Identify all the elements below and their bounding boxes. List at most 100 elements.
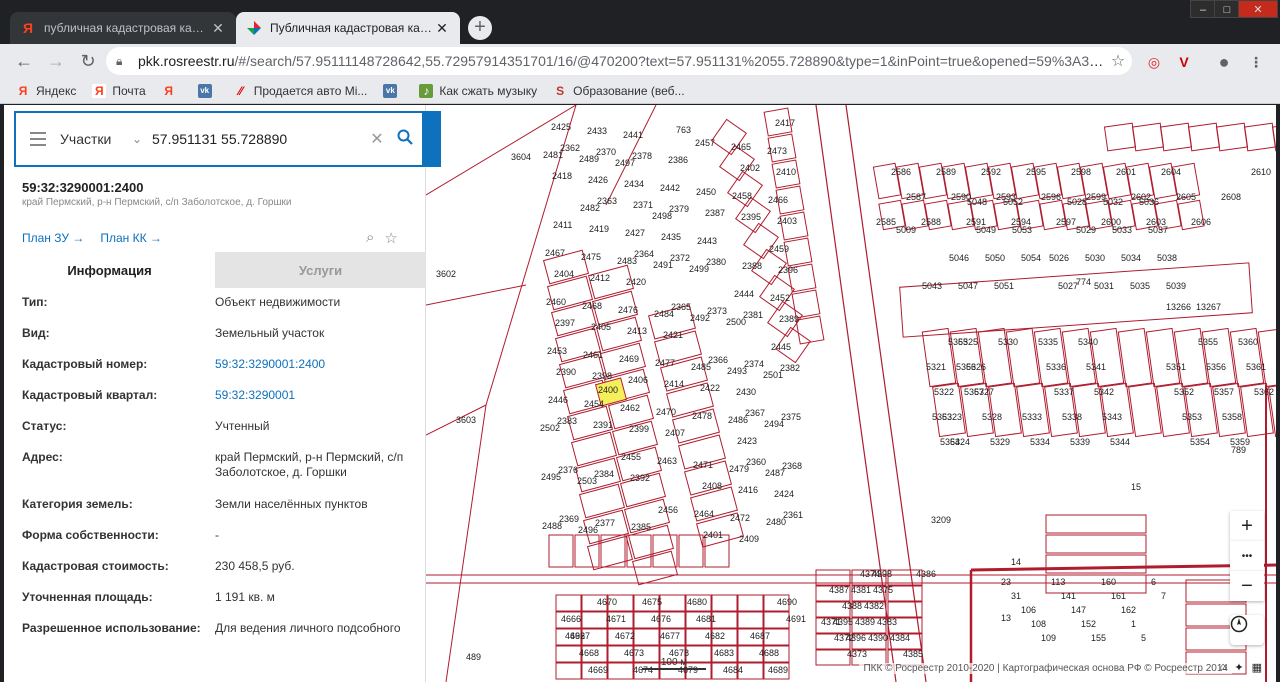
parcel-label: 2597 — [1056, 217, 1076, 227]
parcel-label: 2443 — [697, 236, 717, 246]
url-host: pkk.rosreestr.ru — [138, 53, 235, 69]
map-canvas[interactable]: 3604763360236033209774489157892360236123… — [426, 105, 1276, 682]
bookmark-yandex-2[interactable]: Я — [162, 84, 182, 98]
parcel-label: 2388 — [742, 261, 762, 271]
parcel-shape — [1257, 327, 1276, 388]
browser-tabstrip: Я публичная кадастровая карта – ✕ Публич… — [0, 0, 1280, 44]
parcel-label: 2463 — [657, 456, 677, 466]
tab-services[interactable]: Услуги — [215, 252, 426, 288]
clear-icon[interactable]: ✕ — [366, 129, 388, 149]
property-value[interactable]: 59:32:3290001 — [215, 388, 415, 403]
parcel-shape — [678, 534, 704, 568]
parcel-label: 4677 — [660, 631, 680, 641]
compass-button[interactable] — [1230, 615, 1264, 645]
parcel-label: 5336 — [1046, 362, 1066, 372]
parcel-shape — [815, 649, 851, 666]
menu-kebab-icon[interactable]: ⋮ — [1246, 52, 1266, 72]
parcel-label: 2395 — [741, 212, 761, 222]
search-input[interactable]: 57.951131 55.728890 — [152, 131, 366, 147]
back-arrow-icon[interactable]: ← — [10, 47, 38, 75]
parcel-label: 5356 — [1206, 362, 1226, 372]
search-type-select[interactable]: Участки — [60, 131, 132, 147]
parcel-label: 5028 — [1067, 197, 1087, 207]
bookmark-music[interactable]: ♪ Как сжать музыку — [419, 83, 537, 98]
bookmark-education[interactable]: S Образование (веб... — [553, 84, 684, 98]
parcel-label: 5333 — [1022, 412, 1042, 422]
parcel-label: 2467 — [545, 248, 565, 258]
parcel-label: 2473 — [767, 146, 787, 156]
tab-title: публичная кадастровая карта – — [44, 21, 210, 35]
bookmark-mail[interactable]: Я Почта — [92, 83, 146, 98]
parcel-label: 3602 — [436, 269, 456, 279]
search-box: Участки ⌄ 57.951131 55.728890 ✕ — [14, 111, 424, 167]
new-tab-button[interactable]: + — [468, 16, 492, 40]
parcel-label: 2391 — [593, 420, 613, 430]
close-tab-icon[interactable]: ✕ — [434, 20, 450, 37]
map-attribution: ПКК © Росреестр 2010-2020 | Картографиче… — [859, 663, 1232, 674]
parcel-label: 13 — [1001, 613, 1011, 623]
parcel-label: 5340 — [1078, 337, 1098, 347]
cadastral-map[interactable]: 3604 763 3602 3603 3209 774 489 15 789 2360 2361 23… — [426, 105, 1276, 682]
bookmark-auto[interactable]: ⁄⁄ Продается авто Mi... — [234, 84, 368, 98]
tab-info[interactable]: Информация — [4, 252, 215, 288]
parcel-shape — [899, 262, 1253, 338]
parcel-label: 4692 — [565, 631, 585, 641]
parcel-label: 2416 — [738, 485, 758, 495]
bookmark-star-icon[interactable]: ☆ — [1104, 51, 1132, 71]
bookmark-vk-2[interactable]: vk — [383, 83, 403, 98]
parcel-label: 5321 — [926, 362, 946, 372]
plan-zu-link[interactable]: План ЗУ → — [22, 231, 84, 245]
zoom-out-button[interactable]: − — [1230, 571, 1264, 601]
parcel-label: 5009 — [896, 225, 916, 235]
parcel-label: 5330 — [998, 337, 1018, 347]
parcel-label: 2604 — [1161, 167, 1181, 177]
v-extension-icon[interactable]: V — [1174, 52, 1194, 72]
property-value[interactable]: 59:32:3290001:2400 — [215, 357, 415, 372]
forward-arrow-icon[interactable]: → — [42, 47, 70, 75]
search-icon[interactable] — [388, 129, 422, 150]
favorite-star-icon[interactable]: ☆ — [384, 229, 397, 247]
parcel-shape — [1016, 382, 1050, 438]
parcel-label: 5027 — [1058, 281, 1078, 291]
parcel-label: 2390 — [556, 367, 576, 377]
close-window-button[interactable]: ✕ — [1238, 0, 1278, 18]
yandex-icon: Я — [22, 20, 34, 36]
target-extension-icon[interactable]: ◎ — [1144, 52, 1164, 72]
grid-icon[interactable]: ▦ — [1252, 661, 1262, 674]
parcel-label: 2430 — [736, 387, 756, 397]
hamburger-menu-icon[interactable] — [16, 132, 60, 146]
locate-icon[interactable]: ✦ — [1234, 661, 1243, 674]
parcel-label: 5367 — [964, 387, 984, 397]
find-on-map-icon[interactable]: ⌕ — [366, 229, 374, 247]
parcel-label: 5053 — [1012, 225, 1032, 235]
zoom-in-button[interactable]: + — [1230, 511, 1264, 541]
bookmark-yandex[interactable]: Я Яндекс — [16, 84, 77, 98]
parcel-label: 5033 — [1112, 225, 1132, 235]
minimize-button[interactable]: – — [1190, 0, 1216, 18]
collapse-panel-icon[interactable]: ‹ — [436, 131, 451, 165]
plan-kk-link[interactable]: План КК → — [100, 231, 162, 245]
parcel-label: 2426 — [588, 175, 608, 185]
parcel-label: 5052 — [1003, 197, 1023, 207]
chevron-down-icon[interactable]: ⌄ — [132, 132, 152, 146]
more-button[interactable]: ••• — [1230, 541, 1264, 571]
browser-tab-inactive[interactable]: Я публичная кадастровая карта – ✕ — [10, 12, 236, 44]
cadastral-number-title: 59:32:3290001:2400 — [22, 180, 144, 195]
parcel-label: 4684 — [723, 665, 743, 675]
bookmark-vk[interactable]: vk — [197, 83, 218, 98]
parcel-label: 4690 — [777, 597, 797, 607]
close-tab-icon[interactable]: ✕ — [210, 20, 226, 37]
profile-icon[interactable]: ● — [1214, 52, 1234, 72]
browser-tab-active[interactable]: Публичная кадастровая карта ✕ — [236, 12, 460, 44]
address-bar[interactable]: 🔒︎ pkk.rosreestr.ru/#/search/57.95111148… — [106, 47, 1132, 75]
home-icon[interactable]: ⌂ — [1220, 661, 1227, 674]
parcel-label: 2493 — [727, 366, 747, 376]
parcel-label: 4386 — [916, 569, 936, 579]
parcel-label: 4682 — [705, 631, 725, 641]
parcel-label: 2452 — [770, 293, 790, 303]
reload-icon[interactable]: ↻ — [74, 47, 102, 75]
parcel-label: 2482 — [580, 203, 600, 213]
parcel-label: 13267 — [1196, 302, 1221, 312]
maximize-button[interactable]: □ — [1214, 0, 1240, 18]
parcel-label: 2407 — [665, 428, 685, 438]
